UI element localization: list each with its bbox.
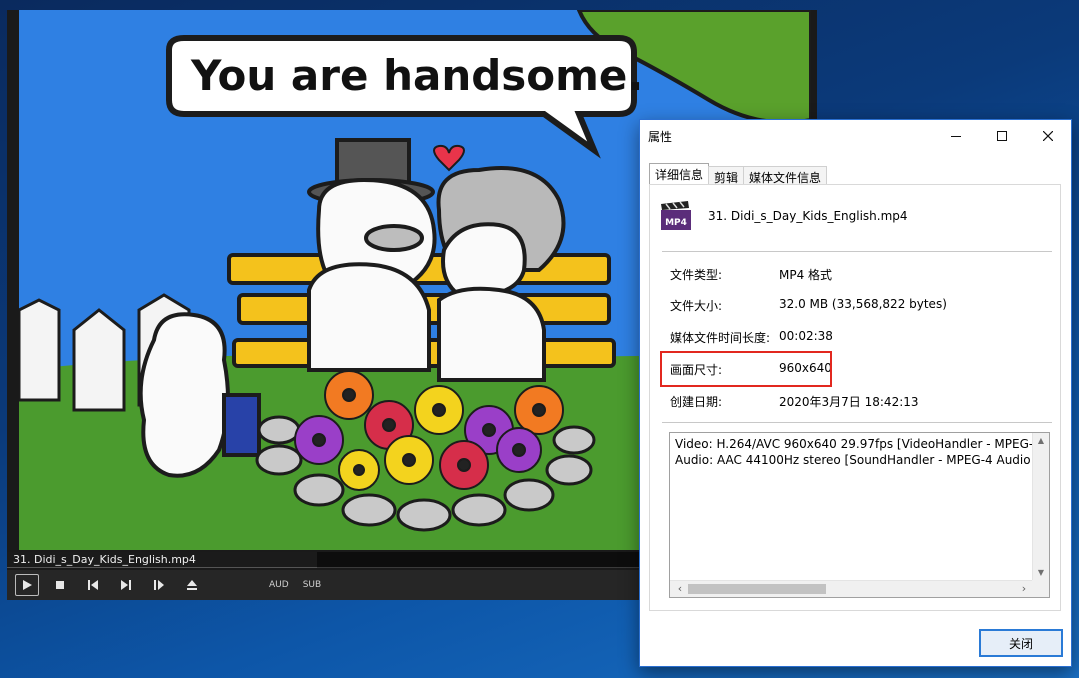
scroll-down-icon[interactable]: ▼ bbox=[1033, 565, 1049, 581]
prop-row-duration: 媒体文件时间长度: 00:02:38 bbox=[670, 329, 833, 346]
stream-info-textbox[interactable]: Video: H.264/AVC 960x640 29.97fps [Video… bbox=[669, 432, 1050, 598]
prop-value: 32.0 MB (33,568,822 bytes) bbox=[779, 297, 947, 311]
divider bbox=[662, 251, 1052, 252]
skip-next-icon[interactable] bbox=[114, 574, 138, 596]
stream-info-video: Video: H.264/AVC 960x640 29.97fps [Video… bbox=[675, 437, 1034, 451]
scroll-thumb[interactable] bbox=[688, 584, 826, 594]
eject-icon[interactable] bbox=[180, 574, 204, 596]
close-icon[interactable] bbox=[1025, 120, 1071, 152]
mp4-file-icon: MP4 bbox=[661, 201, 691, 230]
details-panel: MP4 31. Didi_s_Day_Kids_English.mp4 文件类型… bbox=[649, 184, 1061, 611]
tab-details[interactable]: 详细信息 bbox=[649, 163, 710, 185]
file-name: 31. Didi_s_Day_Kids_English.mp4 bbox=[708, 209, 908, 223]
tab-clip[interactable]: 剪辑 bbox=[708, 166, 745, 185]
playing-file-tab[interactable]: 31. Didi_s_Day_Kids_English.mp4 bbox=[7, 552, 317, 568]
horizontal-scrollbar[interactable]: ‹ › bbox=[670, 580, 1034, 597]
prop-label: 文件类型: bbox=[670, 268, 723, 282]
video-caption: You are handsome. bbox=[190, 51, 643, 100]
minimize-icon[interactable] bbox=[933, 120, 979, 152]
tab-media-info[interactable]: 媒体文件信息 bbox=[743, 166, 828, 185]
scroll-right-icon[interactable]: › bbox=[1016, 581, 1032, 597]
stream-info-audio: Audio: AAC 44100Hz stereo [SoundHandler … bbox=[675, 453, 1031, 467]
dialog-title: 属性 bbox=[648, 129, 673, 144]
audio-track-button[interactable]: AUD bbox=[269, 580, 289, 590]
file-header: MP4 31. Didi_s_Day_Kids_English.mp4 bbox=[660, 201, 908, 231]
dialog-tabs: 详细信息 剪辑 媒体文件信息 bbox=[649, 163, 828, 185]
prop-row-file-type: 文件类型: MP4 格式 bbox=[670, 266, 832, 283]
dialog-titlebar[interactable]: 属性 bbox=[640, 120, 1071, 152]
prop-label: 文件大小: bbox=[670, 299, 723, 313]
prop-value: MP4 格式 bbox=[779, 268, 833, 282]
prop-label: 媒体文件时间长度: bbox=[670, 331, 771, 345]
properties-dialog: 属性 详细信息 剪辑 媒体文件信息 MP4 31. Didi_s_Day_Kid… bbox=[639, 119, 1072, 667]
skip-previous-icon[interactable] bbox=[81, 574, 105, 596]
svg-text:MP4: MP4 bbox=[665, 218, 687, 228]
subtitle-button[interactable]: SUB bbox=[303, 580, 321, 590]
maximize-icon[interactable] bbox=[979, 120, 1025, 152]
play-icon[interactable] bbox=[15, 574, 39, 596]
frame-step-icon[interactable] bbox=[147, 574, 171, 596]
prop-value: 00:02:38 bbox=[779, 329, 833, 343]
prop-row-created-date: 创建日期: 2020年3月7日 18:42:13 bbox=[670, 393, 919, 410]
prop-row-file-size: 文件大小: 32.0 MB (33,568,822 bytes) bbox=[670, 297, 947, 314]
scroll-up-icon[interactable]: ▲ bbox=[1033, 433, 1049, 449]
scroll-left-icon[interactable]: ‹ bbox=[672, 581, 688, 597]
divider bbox=[662, 422, 1052, 423]
vertical-scrollbar[interactable]: ▲ ▼ bbox=[1032, 433, 1049, 581]
close-button[interactable]: 关闭 bbox=[979, 629, 1063, 657]
prop-label: 创建日期: bbox=[670, 395, 723, 409]
frame-size-highlight bbox=[660, 351, 832, 387]
stop-icon[interactable] bbox=[48, 574, 72, 596]
prop-value: 2020年3月7日 18:42:13 bbox=[779, 395, 919, 409]
